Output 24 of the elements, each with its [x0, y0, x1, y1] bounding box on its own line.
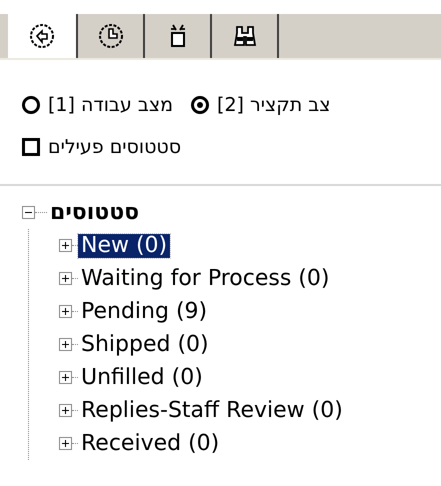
tree-root-label[interactable]: סטטוסים: [47, 200, 142, 225]
tree-item[interactable]: Shipped (0): [78, 332, 212, 356]
tree-item[interactable]: Received (0): [78, 432, 222, 456]
expand-icon[interactable]: [59, 404, 72, 417]
tree-item[interactable]: Waiting for Process (0): [78, 266, 332, 290]
collapse-icon[interactable]: [22, 206, 35, 219]
tree-item[interactable]: Unfilled (0): [78, 366, 206, 390]
tab[interactable]: [8, 14, 78, 58]
radio-label: מצב עבודה [1]: [48, 94, 174, 116]
expand-icon[interactable]: [59, 338, 72, 351]
radio-button[interactable]: [191, 96, 210, 114]
checkbox[interactable]: [22, 138, 40, 156]
clock-icon: [98, 23, 124, 49]
radio-label: צב תקציר [2]: [217, 94, 330, 116]
expand-icon[interactable]: [59, 437, 72, 450]
checkbox-label: סטטוסים פעילים: [48, 136, 182, 158]
tree-item[interactable]: New (0): [78, 234, 170, 258]
radio-button[interactable]: [22, 96, 40, 114]
expand-icon[interactable]: [59, 305, 72, 318]
expand-icon[interactable]: [59, 371, 72, 384]
tree-item[interactable]: Pending (9): [78, 300, 210, 324]
tree-item[interactable]: Replies-Staff Review (0): [78, 398, 346, 422]
expand-icon[interactable]: [59, 272, 72, 285]
expand-icon[interactable]: [59, 239, 72, 252]
